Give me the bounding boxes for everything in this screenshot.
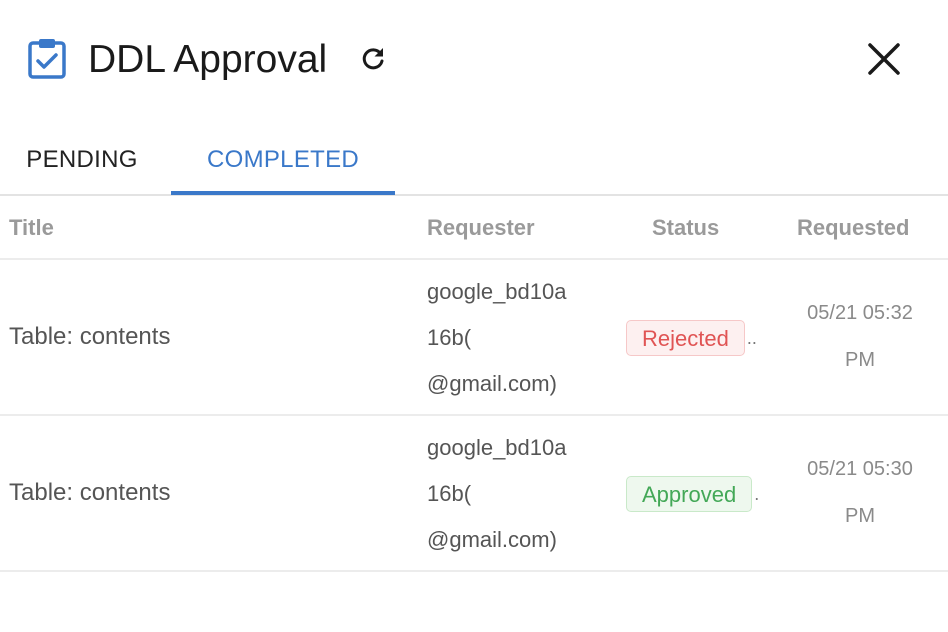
status-badge: Rejected <box>626 320 745 356</box>
requested-line: 05/21 05:30 <box>807 458 913 480</box>
requester-line: google_bd10a <box>427 435 567 460</box>
column-header-status[interactable]: Status <box>652 196 719 260</box>
status-badge: Approved <box>626 476 753 512</box>
requested-line: PM <box>845 505 875 527</box>
column-header-title[interactable]: Title <box>9 196 54 260</box>
tab-pending[interactable]: PENDING <box>0 126 164 194</box>
requester-line: @gmail.com) <box>427 527 557 552</box>
requested-line: 05/21 05:32 <box>807 302 913 324</box>
requester-line: 16b( <box>427 481 472 506</box>
tab-completed[interactable]: COMPLETED <box>171 126 395 194</box>
status-overflow: .. <box>746 327 757 348</box>
requester-line: google_bd10a <box>427 279 567 304</box>
dialog-header: DDL Approval <box>0 0 948 120</box>
row-status: Approved. <box>626 476 776 514</box>
row-title: Table: contents <box>9 479 171 506</box>
column-header-requested[interactable]: Requested <box>797 196 909 260</box>
requester-line: 16b( <box>427 325 472 350</box>
row-requester: google_bd10a 16b( @gmail.com) <box>427 269 617 407</box>
row-requested: 05/21 05:30 PM <box>790 446 930 540</box>
tab-bar: PENDING COMPLETED <box>0 126 948 196</box>
refresh-icon[interactable] <box>358 44 388 74</box>
table-row[interactable]: Table: contents google_bd10a 16b( @gmail… <box>0 416 948 572</box>
table-row[interactable]: Table: contents google_bd10a 16b( @gmail… <box>0 260 948 416</box>
column-header-requester[interactable]: Requester <box>427 196 535 260</box>
active-tab-indicator <box>171 191 395 195</box>
close-icon[interactable] <box>866 41 902 77</box>
row-requester: google_bd10a 16b( @gmail.com) <box>427 425 617 563</box>
row-title: Table: contents <box>9 323 171 350</box>
status-overflow: . <box>754 483 760 504</box>
row-requested: 05/21 05:32 PM <box>790 290 930 384</box>
page-title: DDL Approval <box>88 38 328 81</box>
approval-table: Title Requester Status Requested Table: … <box>0 196 948 572</box>
row-status: Rejected.. <box>626 320 776 358</box>
clipboard-check-icon <box>28 39 66 79</box>
requested-line: PM <box>845 349 875 371</box>
table-header: Title Requester Status Requested <box>0 196 948 260</box>
requester-line: @gmail.com) <box>427 371 557 396</box>
